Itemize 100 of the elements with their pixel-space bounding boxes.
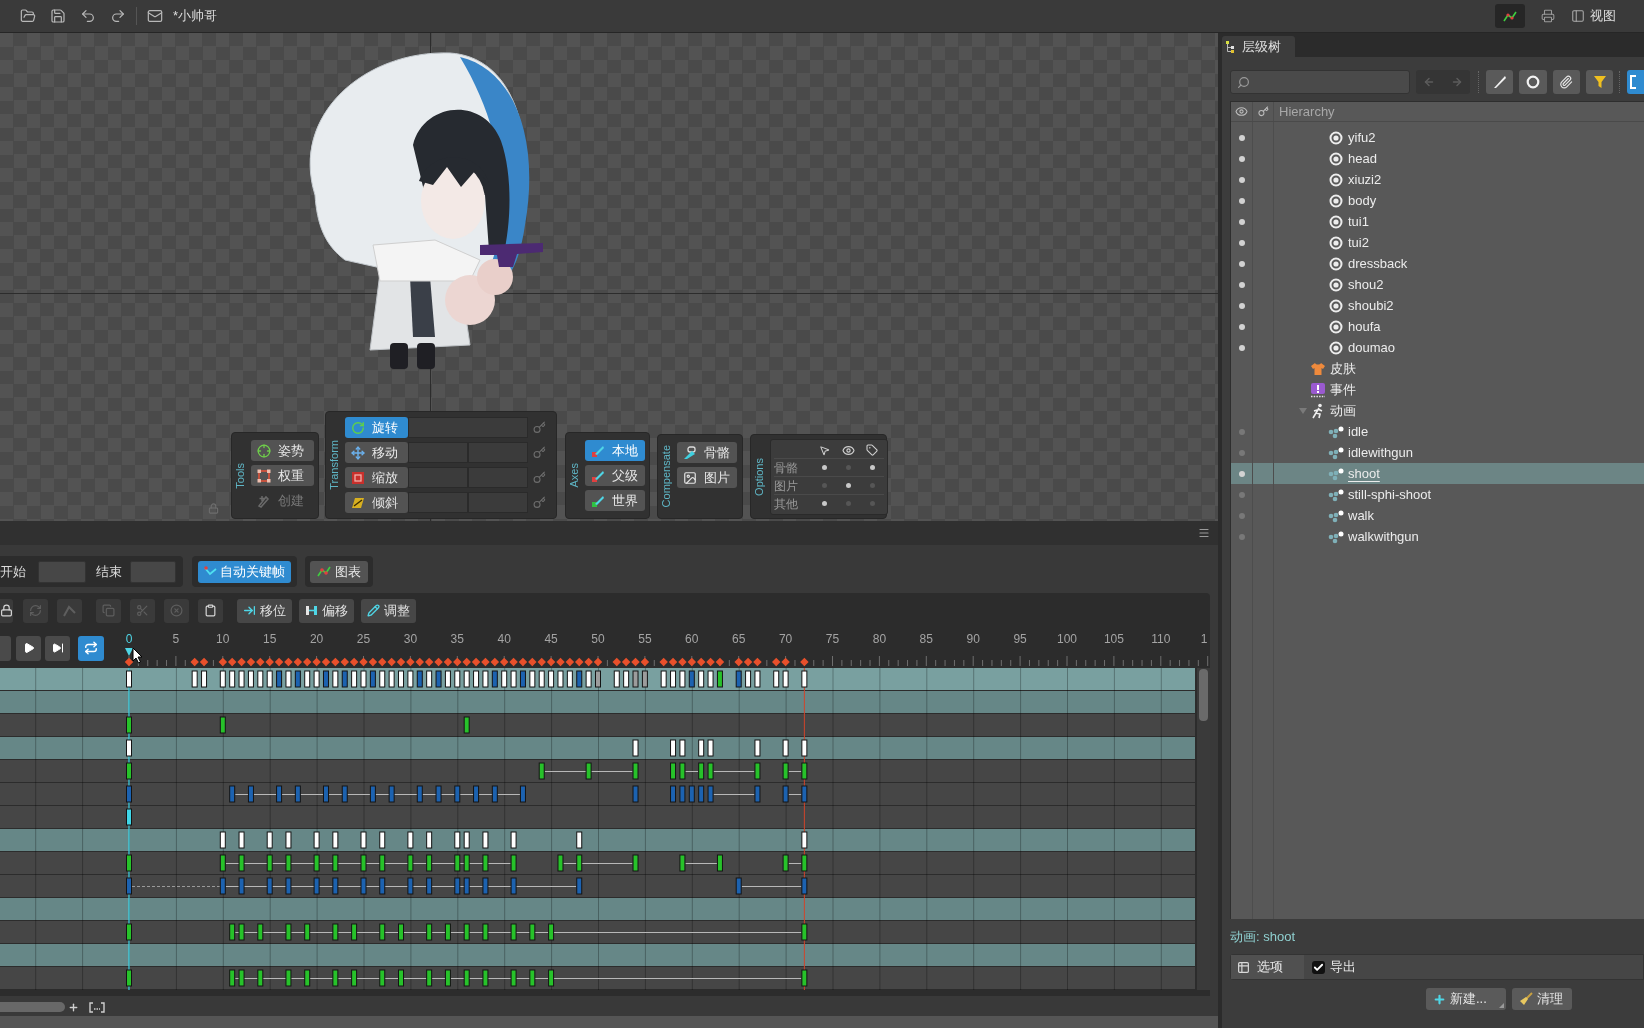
keyframe[interactable] bbox=[388, 670, 395, 688]
redo-icon[interactable] bbox=[110, 8, 126, 24]
keyframe[interactable] bbox=[126, 670, 132, 688]
keyframe[interactable] bbox=[801, 831, 808, 849]
keyframe[interactable] bbox=[576, 854, 583, 872]
keyframe[interactable] bbox=[379, 831, 386, 849]
keyframe[interactable] bbox=[463, 716, 470, 734]
keyframe[interactable] bbox=[257, 969, 264, 987]
keyframe[interactable] bbox=[426, 923, 433, 941]
keyframe[interactable] bbox=[482, 831, 489, 849]
keyframe[interactable] bbox=[257, 670, 264, 688]
tree-item-label[interactable]: body bbox=[1348, 192, 1377, 209]
keyframe[interactable] bbox=[463, 670, 470, 688]
keyframe[interactable] bbox=[266, 854, 273, 872]
keyframe[interactable] bbox=[304, 969, 311, 987]
keyframe[interactable] bbox=[426, 969, 433, 987]
keyframe[interactable] bbox=[632, 739, 639, 757]
keyframe[interactable] bbox=[257, 923, 264, 941]
keyframe[interactable] bbox=[285, 854, 292, 872]
tree-item-label[interactable]: xiuzi2 bbox=[1348, 171, 1382, 188]
keyframe[interactable] bbox=[229, 923, 236, 941]
tree-item-label[interactable]: walkwithgun bbox=[1348, 528, 1419, 545]
keyframe[interactable] bbox=[698, 739, 705, 757]
tree-item-label[interactable]: walk bbox=[1348, 507, 1374, 524]
keyframe[interactable] bbox=[801, 923, 808, 941]
tool-button[interactable]: 移动 bbox=[345, 442, 408, 463]
keyframe[interactable] bbox=[463, 969, 470, 987]
attachments-filter-button[interactable] bbox=[1552, 70, 1581, 94]
keyframe[interactable] bbox=[454, 670, 461, 688]
keyframe[interactable] bbox=[679, 670, 686, 688]
keyframe[interactable] bbox=[313, 831, 320, 849]
tree-item-label[interactable]: tui1 bbox=[1348, 213, 1369, 230]
keyframe[interactable] bbox=[698, 670, 705, 688]
start-field[interactable] bbox=[38, 560, 86, 583]
keyframe[interactable] bbox=[266, 831, 273, 849]
keyframe[interactable] bbox=[501, 670, 508, 688]
graph-button[interactable]: 图表 bbox=[310, 560, 368, 583]
keyframe[interactable] bbox=[219, 670, 226, 688]
keyframe[interactable] bbox=[566, 670, 573, 688]
key-icon[interactable] bbox=[532, 496, 546, 509]
keyframe[interactable] bbox=[444, 923, 451, 941]
keyframe[interactable] bbox=[576, 831, 583, 849]
keyframe[interactable] bbox=[313, 670, 320, 688]
tool-button[interactable]: 姿势 bbox=[251, 440, 314, 461]
keyframe[interactable] bbox=[538, 762, 545, 780]
keyframe[interactable] bbox=[332, 670, 339, 688]
keyframe[interactable] bbox=[454, 854, 461, 872]
keyframe[interactable] bbox=[529, 923, 536, 941]
keyframe[interactable] bbox=[238, 670, 245, 688]
keyframe[interactable] bbox=[229, 670, 236, 688]
keyframe[interactable] bbox=[482, 969, 489, 987]
keyframe[interactable] bbox=[444, 670, 451, 688]
keyframe[interactable] bbox=[398, 969, 404, 987]
keyframe[interactable] bbox=[538, 670, 545, 688]
save-icon[interactable] bbox=[50, 8, 66, 24]
scrollbar-thumb[interactable] bbox=[1199, 669, 1208, 721]
keyframe[interactable] bbox=[707, 762, 714, 780]
keyframe[interactable] bbox=[313, 854, 320, 872]
tree-item-label[interactable]: 事件 bbox=[1330, 381, 1356, 398]
keyframe[interactable] bbox=[801, 854, 808, 872]
keyframe[interactable] bbox=[801, 670, 808, 688]
keyframe[interactable] bbox=[407, 831, 414, 849]
tool-button[interactable]: 父级 bbox=[585, 465, 645, 486]
keyframe[interactable] bbox=[360, 670, 367, 688]
keyframe[interactable] bbox=[463, 831, 470, 849]
keyframe[interactable] bbox=[219, 831, 226, 849]
keyframe[interactable] bbox=[360, 831, 367, 849]
keyframe[interactable] bbox=[716, 854, 723, 872]
keyframe[interactable] bbox=[463, 923, 470, 941]
keyframe[interactable] bbox=[379, 670, 386, 688]
keyframe[interactable] bbox=[379, 923, 386, 941]
keyframe[interactable] bbox=[670, 739, 677, 757]
keyframe[interactable] bbox=[557, 670, 564, 688]
keyframe[interactable] bbox=[782, 739, 789, 757]
keyframe[interactable] bbox=[679, 762, 686, 780]
keyframe[interactable] bbox=[332, 854, 339, 872]
keyframe[interactable] bbox=[219, 854, 226, 872]
keyframe[interactable] bbox=[126, 716, 132, 734]
tree-item-label[interactable]: doumao bbox=[1348, 339, 1395, 356]
keyframe[interactable] bbox=[754, 670, 761, 688]
tree-item-label[interactable]: dressback bbox=[1348, 255, 1408, 272]
keyframe[interactable] bbox=[238, 854, 245, 872]
keyframe[interactable] bbox=[229, 969, 236, 987]
keyframe[interactable] bbox=[238, 831, 245, 849]
vertical-scrollbar[interactable] bbox=[1197, 668, 1210, 990]
tool-button[interactable]: 世界 bbox=[585, 490, 645, 511]
tree-item-label[interactable]: yifu2 bbox=[1348, 129, 1376, 146]
key-tool-button[interactable] bbox=[198, 598, 223, 623]
tool-button[interactable]: 骨骼 bbox=[677, 442, 737, 463]
keyframe[interactable] bbox=[379, 854, 386, 872]
tree-row[interactable]: shoot bbox=[1231, 463, 1644, 484]
tree-item-label[interactable]: idle bbox=[1348, 423, 1369, 440]
key-icon[interactable] bbox=[532, 421, 546, 434]
keyframe[interactable] bbox=[632, 854, 639, 872]
keyframe[interactable] bbox=[482, 854, 489, 872]
keyframe[interactable] bbox=[632, 762, 639, 780]
keyframe[interactable] bbox=[660, 670, 667, 688]
keyframe[interactable] bbox=[482, 670, 489, 688]
undo-icon[interactable] bbox=[80, 8, 96, 24]
keyframe[interactable] bbox=[782, 854, 789, 872]
